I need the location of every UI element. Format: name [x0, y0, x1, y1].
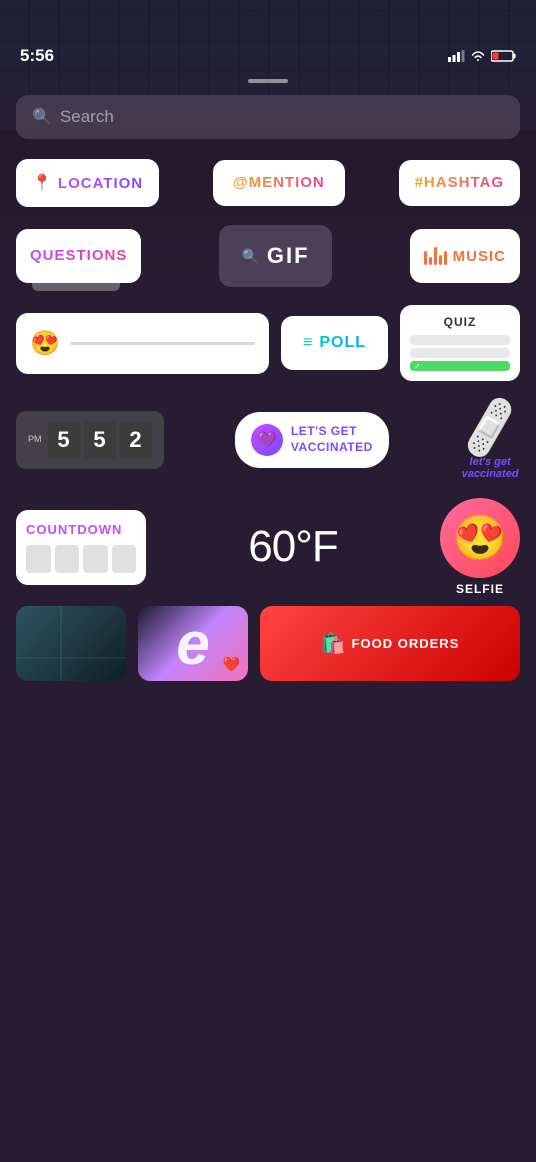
hashtag-label: #HASHTAG — [415, 174, 504, 191]
slider-track — [70, 342, 255, 345]
quiz-options: ✓ — [410, 335, 510, 371]
countdown-block-1 — [26, 545, 51, 573]
countdown-block-2 — [55, 545, 80, 573]
food-bag-icon: 🛍️ — [321, 631, 346, 656]
clock-digit-3: 2 — [120, 421, 152, 459]
clock-pm: PM — [28, 434, 42, 444]
sticker-vacc-animated[interactable]: 🩹 let's getvaccinated — [460, 399, 520, 480]
sticker-poll[interactable]: ≡ POLL — [281, 316, 388, 370]
countdown-block-3 — [83, 545, 108, 573]
sticker-mention[interactable]: @MENTION — [213, 160, 345, 206]
poll-lines-icon: ≡ — [303, 334, 313, 352]
quiz-option-selected: ✓ — [410, 361, 510, 371]
quiz-option-2 — [410, 348, 510, 358]
gif-label: GIF — [267, 243, 310, 269]
sticker-row-5: COUNTDOWN 60°F 😍 SELFIE — [16, 498, 520, 596]
clock-digit-1: 5 — [48, 421, 80, 459]
countdown-title: COUNTDOWN — [26, 522, 136, 537]
sticker-location[interactable]: 📍 LOCATION — [16, 159, 159, 207]
quiz-option-1 — [410, 335, 510, 345]
gif-search-icon: 🔍 — [241, 248, 258, 265]
drag-handle[interactable] — [248, 79, 288, 83]
sticker-food-orders[interactable]: 🛍️ FOOD ORDERS — [260, 606, 520, 681]
selfie-circle: 😍 — [440, 498, 520, 578]
clock-digit-2: 5 — [84, 421, 116, 459]
food-orders-label: FOOD ORDERS — [352, 636, 460, 651]
signal-icon — [448, 50, 465, 62]
vacc-text: LET'S GETVACCINATED — [291, 424, 373, 455]
quiz-title: QUIZ — [410, 315, 510, 329]
countdown-block-4 — [112, 545, 137, 573]
sticker-row-2: QUESTIONS 🔍 GIF MUSIC — [16, 225, 520, 287]
selfie-label: SELFIE — [456, 582, 504, 596]
wifi-icon — [470, 50, 486, 62]
questions-label: QUESTIONS — [30, 247, 127, 264]
status-icons — [448, 50, 516, 62]
heart-icon: ❤️ — [223, 656, 240, 673]
mention-label: @MENTION — [233, 174, 325, 191]
sticker-questions[interactable]: QUESTIONS — [16, 229, 141, 283]
e-logo-letter: e — [176, 609, 209, 678]
search-container: 🔍 Search — [0, 95, 536, 139]
vacc-heart-icon: 💜 — [251, 424, 283, 456]
sticker-countdown[interactable]: COUNTDOWN — [16, 510, 146, 585]
sticker-e-logo[interactable]: e ❤️ — [138, 606, 248, 681]
countdown-blocks — [26, 545, 136, 573]
sticker-grid: 📍 LOCATION @MENTION #HASHTAG QUESTIONS 🔍… — [0, 159, 536, 596]
clock-digits: 5 5 2 — [48, 421, 152, 459]
sticker-row-4: PM 5 5 2 💜 LET'S GETVACCINATED 🩹 let's g… — [16, 399, 520, 480]
search-placeholder: Search — [60, 107, 114, 127]
music-bars-icon — [424, 247, 447, 265]
sticker-map[interactable] — [16, 606, 126, 681]
status-time: 5:56 — [20, 46, 54, 66]
sticker-music[interactable]: MUSIC — [410, 229, 520, 283]
quiz-check-icon: ✓ — [414, 362, 421, 371]
sticker-vaccinated[interactable]: 💜 LET'S GETVACCINATED — [235, 412, 389, 468]
battery-icon — [491, 50, 516, 62]
pin-icon: 📍 — [32, 173, 52, 193]
sticker-gif[interactable]: 🔍 GIF — [219, 225, 331, 287]
status-bar: 5:56 — [0, 36, 536, 71]
search-bar[interactable]: 🔍 Search — [16, 95, 520, 139]
slider-emoji: 😍 — [30, 329, 60, 358]
sticker-row-1: 📍 LOCATION @MENTION #HASHTAG — [16, 159, 520, 207]
sticker-quiz[interactable]: QUIZ ✓ — [400, 305, 520, 381]
music-label: MUSIC — [453, 248, 506, 265]
sticker-selfie[interactable]: 😍 SELFIE — [440, 498, 520, 596]
sticker-row-3: 😍 ≡ POLL QUIZ ✓ — [16, 305, 520, 381]
search-icon: 🔍 — [32, 107, 52, 127]
map-visual — [16, 606, 126, 681]
bottom-row: e ❤️ 🛍️ FOOD ORDERS — [0, 606, 536, 681]
sticker-emoji-slider[interactable]: 😍 — [16, 313, 269, 374]
bandaid-icon: 🩹 — [454, 392, 526, 463]
poll-label: ≡ POLL — [303, 334, 366, 352]
location-label: LOCATION — [58, 175, 143, 192]
sticker-weather[interactable]: 60°F — [248, 522, 337, 572]
sticker-clock[interactable]: PM 5 5 2 — [16, 411, 164, 469]
sticker-hashtag[interactable]: #HASHTAG — [399, 160, 520, 206]
weather-text: 60°F — [248, 522, 337, 571]
